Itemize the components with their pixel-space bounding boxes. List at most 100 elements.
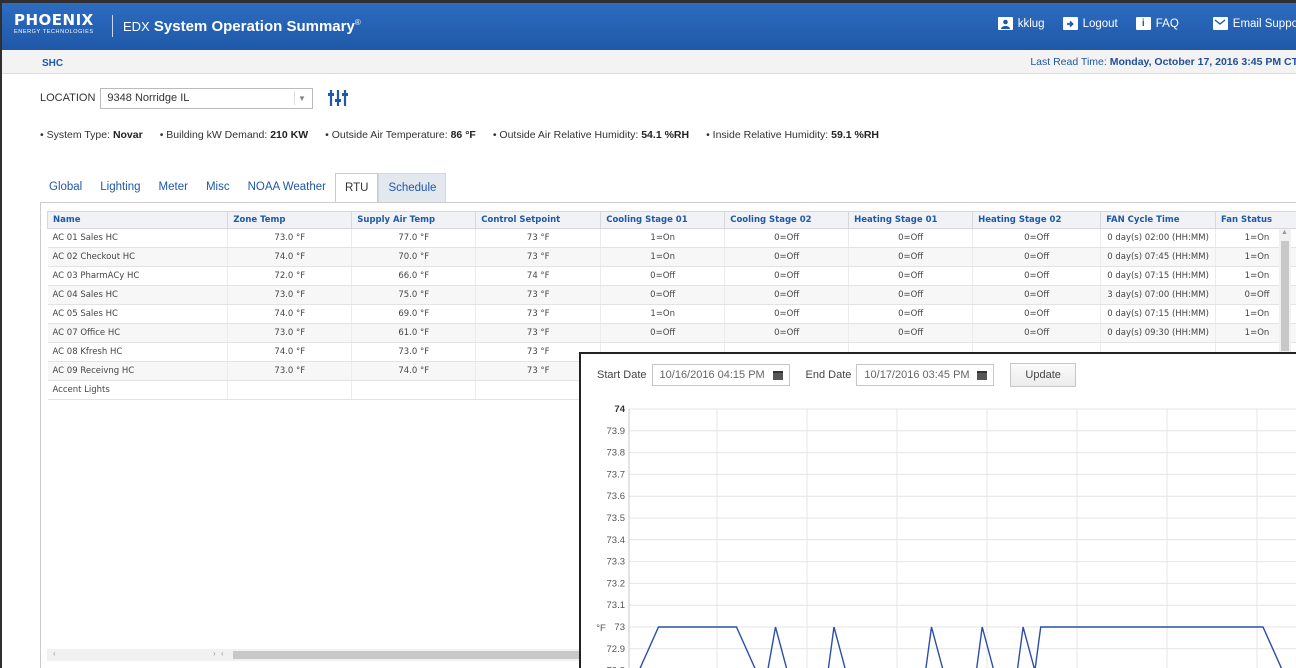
start-date-input[interactable]: 10/16/2016 04:15 PM [651, 364, 790, 386]
table-cell: Accent Lights [47, 380, 229, 400]
start-date-label: Start Date [597, 369, 647, 381]
scroll-right-icon[interactable]: › [213, 649, 216, 658]
column-header[interactable]: FAN Cycle Time [1100, 211, 1216, 229]
table-header-row: Name Zone Temp Supply Air Temp Control S… [46, 211, 1296, 229]
table-cell: 72.0 °F [227, 266, 353, 286]
table-cell: 0=Off [848, 247, 974, 267]
table-cell: 0=Off [972, 266, 1102, 286]
calendar-icon[interactable] [977, 370, 988, 380]
stat-label: Outside Air Relative Humidity: [499, 129, 639, 141]
column-header[interactable]: Control Setpoint [475, 211, 602, 229]
table-horizontal-scrollbar[interactable]: ‹ › ‹ [47, 649, 617, 661]
stat-value: 54.1 %RH [641, 129, 690, 141]
end-date-input[interactable]: 10/17/2016 03:45 PM [856, 364, 995, 386]
table-row[interactable]: AC 07 Office HC 73.0 °F 61.0 °F 73 °F 0=Off 0… [47, 323, 1296, 343]
stat-label: Outside Air Temperature: [331, 129, 448, 141]
column-header[interactable]: Cooling Stage 02 [724, 211, 850, 229]
y-tick-label: 73.1 [607, 600, 626, 611]
table-cell: 0=Off [972, 247, 1102, 267]
table-row[interactable]: AC 04 Sales HC 73.0 °F 75.0 °F 73 °F 0=Off 0=… [47, 285, 1296, 305]
email-support-link[interactable]: Email Suppo [1212, 17, 1296, 30]
table-cell: 0=Off [848, 285, 974, 305]
location-label: LOCATION [40, 92, 96, 104]
table-cell: 66.0 °F [351, 266, 477, 286]
stat-value: Novar [112, 129, 143, 141]
stat-inside-humidity: • Inside Relative Humidity: 59.1 %RH [706, 129, 879, 141]
stat-building-demand: • Building kW Demand: 210 KW [159, 129, 309, 141]
table-cell: 0=Off [848, 304, 974, 324]
column-header[interactable]: Heating Stage 02 [972, 211, 1102, 229]
faq-link[interactable]: i FAQ [1135, 17, 1179, 30]
scroll-left-icon[interactable]: ‹ [221, 649, 224, 658]
table-cell: AC 02 Checkout HC [47, 247, 229, 267]
tab-noaa-weather[interactable]: NOAA Weather [239, 173, 335, 203]
table-cell: 0=Off [848, 228, 974, 248]
column-header[interactable]: Heating Stage 01 [848, 211, 974, 229]
column-header[interactable]: Zone Temp [227, 211, 353, 229]
top-navigation-bar: PHOENIX ENERGY TECHNOLOGIES EDX System O… [2, 0, 1296, 50]
temperature-series-line[interactable] [639, 626, 1296, 668]
tab-schedule[interactable]: Schedule [378, 173, 447, 203]
scroll-left-icon[interactable]: ‹ [53, 649, 56, 658]
user-menu[interactable]: kklug [997, 17, 1045, 30]
table-cell: 0=Off [972, 228, 1102, 248]
tab-meter[interactable]: Meter [150, 173, 197, 203]
table-row[interactable]: AC 03 PharmACy HC 72.0 °F 66.0 °F 74 °F 0=Of… [47, 266, 1296, 286]
table-cell: 0=Off [724, 228, 850, 248]
table-row[interactable]: AC 05 Sales HC 74.0 °F 69.0 °F 73 °F 1=On 0=O… [47, 304, 1296, 324]
app-title-prefix: EDX [123, 19, 150, 34]
calendar-icon[interactable] [772, 370, 783, 380]
table-cell: 0=Off [972, 323, 1102, 343]
table-cell: 0=Off [724, 285, 850, 305]
sliders-icon [327, 88, 350, 108]
scroll-up-icon[interactable]: ▲ [1281, 229, 1288, 236]
table-cell: 73.0 °F [227, 285, 353, 305]
logo-wordmark: PHOENIX [14, 11, 94, 29]
table-row[interactable]: AC 02 Checkout HC 74.0 °F 70.0 °F 73 °F 1=On… [47, 247, 1296, 267]
table-cell: AC 03 PharmACy HC [47, 266, 229, 286]
column-header[interactable]: Supply Air Temp [351, 211, 477, 229]
column-header[interactable]: Cooling Stage 01 [600, 211, 726, 229]
table-cell: 0=Off [972, 304, 1102, 324]
table-cell: 73 °F [475, 247, 602, 267]
table-cell: AC 08 Kfresh HC [47, 342, 229, 362]
stat-label: System Type: [46, 129, 111, 141]
update-button[interactable]: Update [1010, 363, 1076, 387]
logout-link[interactable]: Logout [1062, 17, 1118, 30]
stat-value: 210 KW [270, 129, 309, 141]
table-vertical-scrollbar[interactable]: ▲ [1279, 229, 1291, 359]
chevron-down-icon: ▼ [294, 91, 308, 105]
location-settings-button[interactable] [326, 87, 350, 109]
location-value: 9348 Norridge IL [107, 92, 190, 104]
table-cell: 74.0 °F [227, 247, 353, 267]
table-cell: 0=Off [600, 285, 726, 305]
tab-global[interactable]: Global [40, 173, 91, 203]
stat-label: Building kW Demand: [166, 129, 268, 141]
tab-lighting[interactable]: Lighting [91, 173, 149, 203]
phoenix-logo[interactable]: PHOENIX ENERGY TECHNOLOGIES [14, 13, 94, 36]
logout-label: Logout [1082, 17, 1118, 30]
table-cell: 0=Off [600, 323, 726, 343]
table-cell: 0=Off [724, 266, 850, 286]
tab-misc[interactable]: Misc [197, 173, 239, 203]
user-icon [997, 17, 1013, 30]
column-header[interactable]: Name [46, 211, 229, 229]
last-read-label: Last Read Time: [1030, 56, 1107, 68]
y-tick-label: 73.7 [607, 469, 626, 480]
scrollbar-thumb[interactable] [233, 651, 605, 659]
table-cell: 1=On [600, 228, 726, 248]
y-tick-label: 73.3 [607, 557, 626, 568]
table-cell: 0 day(s) 07:45 (HH:MM) [1100, 247, 1216, 267]
table-cell: 61.0 °F [351, 323, 477, 343]
table-cell: AC 01 Sales HC [47, 228, 229, 248]
location-select[interactable]: 9348 Norridge IL ▼ [100, 87, 314, 109]
column-header[interactable]: Fan Status [1214, 211, 1296, 229]
tab-rtu[interactable]: RTU [335, 173, 379, 203]
table-cell: 73.0 °F [227, 323, 353, 343]
table-cell: 73 °F [475, 304, 602, 324]
table-cell: 0=Off [600, 266, 726, 286]
table-row[interactable]: AC 01 Sales HC 73.0 °F 77.0 °F 73 °F 1=On 0=O… [47, 228, 1296, 248]
scrollbar-thumb[interactable] [1281, 241, 1289, 351]
y-tick-label: 73.9 [607, 426, 626, 437]
y-tick-label: 72.9 [607, 644, 626, 655]
